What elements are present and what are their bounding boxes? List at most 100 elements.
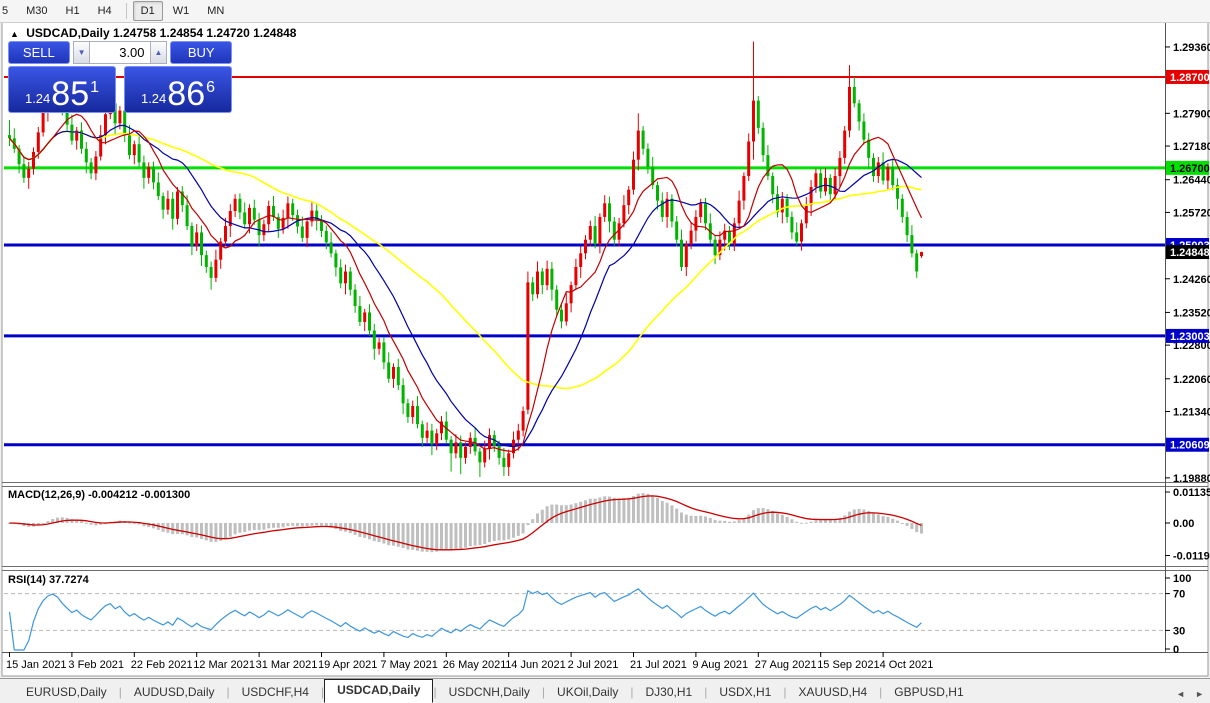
candle-body xyxy=(488,435,491,449)
timeframe-button-mn[interactable]: MN xyxy=(199,1,232,21)
price-tick-label: 1.29360 xyxy=(1173,42,1210,54)
tab-usdcnh-daily[interactable]: USDCNH,Daily xyxy=(437,682,542,703)
macd-histogram-bar xyxy=(252,523,256,530)
price-tick-label: 1.19880 xyxy=(1173,473,1210,485)
candle-body xyxy=(22,164,26,178)
candle-body xyxy=(579,253,583,267)
candle-body xyxy=(886,166,890,181)
collapse-triangle-icon[interactable]: ▲ xyxy=(10,29,19,39)
price-tick-label: 1.27900 xyxy=(1173,108,1210,120)
candle-body xyxy=(363,312,367,322)
tab-usdcad-daily[interactable]: USDCAD,Daily xyxy=(324,679,434,703)
price-tick-label: 1.25720 xyxy=(1173,207,1210,219)
macd-histogram-bar xyxy=(641,493,645,523)
buy-price-panel[interactable]: 1.24 86 6 xyxy=(124,66,232,113)
candle-body xyxy=(252,207,256,220)
buy-button[interactable]: BUY xyxy=(170,41,233,64)
macd-histogram-bar xyxy=(540,509,544,523)
spin-down-icon: ▼ xyxy=(77,48,86,57)
tab-ukoil-daily[interactable]: UKOil,Daily xyxy=(545,682,630,703)
price-tick-label: 1.22060 xyxy=(1173,374,1210,386)
macd-histogram-bar xyxy=(579,501,583,523)
chart-window-background[interactable] xyxy=(1,21,1209,677)
macd-histogram-bar xyxy=(632,496,635,523)
one-click-trading-widget: SELL ▼ 3.00 ▲ BUY 1.24 85 1 1.24 86 6 xyxy=(8,41,233,113)
macd-histogram-bar xyxy=(761,508,765,523)
candle-body xyxy=(128,135,131,156)
tab-dj30-h1[interactable]: DJ30,H1 xyxy=(634,682,705,703)
candle-body xyxy=(200,232,203,256)
sell-price-big: 85 xyxy=(51,75,90,113)
candle-body xyxy=(564,303,568,322)
macd-histogram-bar xyxy=(440,523,443,551)
timeframe-button-5[interactable]: 5 xyxy=(0,1,16,21)
candle-body xyxy=(156,182,160,197)
candle-body xyxy=(848,86,851,131)
candle-body xyxy=(502,457,506,467)
date-tick-label: 7 May 2021 xyxy=(380,659,437,671)
candle-body xyxy=(209,266,213,278)
candle-body xyxy=(622,205,626,224)
candle-body xyxy=(838,157,842,177)
sell-button[interactable]: SELL xyxy=(8,41,70,64)
candle-body xyxy=(387,362,391,379)
candle-body xyxy=(396,366,400,386)
timeframe-button-m30[interactable]: M30 xyxy=(18,1,55,21)
timeframe-button-d1[interactable]: D1 xyxy=(132,1,163,21)
price-tag-label: 1.26700 xyxy=(1170,163,1210,175)
candle-body xyxy=(694,216,698,231)
macd-histogram-bar xyxy=(291,523,295,526)
macd-histogram-bar xyxy=(233,523,237,535)
rsi-tick-label: 70 xyxy=(1173,589,1185,601)
candle-body xyxy=(584,239,587,254)
sell-price-panel[interactable]: 1.24 85 1 xyxy=(8,66,116,113)
macd-histogram-bar xyxy=(555,504,559,523)
tab-gbpusd-h1[interactable]: GBPUSD,H1 xyxy=(882,682,975,703)
tab-usdx-h1[interactable]: USDX,H1 xyxy=(707,682,783,703)
volume-input[interactable]: 3.00 xyxy=(90,41,150,64)
chart-tab-bar: EURUSD,Daily | AUDUSD,Daily | USDCHF,H4 | USDC… xyxy=(0,678,1210,703)
macd-histogram-bar xyxy=(396,523,400,547)
timeframe-button-h4[interactable]: H4 xyxy=(90,1,120,21)
macd-histogram-bar xyxy=(344,523,347,532)
macd-histogram-bar xyxy=(862,509,866,523)
macd-histogram-bar xyxy=(651,495,655,523)
tab-scroll-left-icon[interactable]: ◄ xyxy=(1176,689,1185,699)
macd-histogram-bar xyxy=(718,520,722,523)
macd-histogram-bar xyxy=(483,523,487,544)
candle-body xyxy=(704,203,707,224)
macd-histogram-bar xyxy=(492,523,496,542)
macd-histogram-bar xyxy=(526,523,530,526)
macd-histogram-bar xyxy=(737,520,741,523)
candle-body xyxy=(238,198,242,213)
macd-histogram-bar xyxy=(627,497,631,523)
macd-tick-label: -0.011904 xyxy=(1173,550,1210,562)
timeframe-button-h1[interactable]: H1 xyxy=(58,1,88,21)
candle-body xyxy=(104,114,107,136)
macd-histogram-bar xyxy=(272,523,275,528)
tab-usdchf-h4[interactable]: USDCHF,H4 xyxy=(230,682,321,703)
tab-eurusd-daily[interactable]: EURUSD,Daily xyxy=(14,682,119,703)
volume-increase-button[interactable]: ▲ xyxy=(149,41,168,64)
candle-body xyxy=(603,203,607,217)
macd-histogram-bar xyxy=(766,509,770,523)
macd-label: MACD(12,26,9) -0.004212 -0.001300 xyxy=(8,489,191,501)
tab-scroll-right-icon[interactable]: ► xyxy=(1195,689,1204,699)
candle-body xyxy=(809,186,813,206)
candle-body xyxy=(790,216,794,233)
candle-body xyxy=(814,173,818,187)
candle-body xyxy=(521,411,525,431)
macd-histogram-bar xyxy=(507,523,511,540)
tab-audusd-daily[interactable]: AUDUSD,Daily xyxy=(122,682,227,703)
tab-xauusd-h4[interactable]: XAUUSD,H4 xyxy=(786,682,879,703)
macd-histogram-bar xyxy=(94,523,98,526)
macd-histogram-bar xyxy=(185,523,189,536)
timeframe-button-w1[interactable]: W1 xyxy=(165,1,198,21)
volume-decrease-button[interactable]: ▼ xyxy=(72,41,91,64)
spin-up-icon: ▲ xyxy=(154,48,163,57)
candle-body xyxy=(598,216,602,245)
candle-body xyxy=(713,239,717,256)
candle-body xyxy=(867,139,871,158)
chart-ohlc-values: 1.24758 1.24854 1.24720 1.24848 xyxy=(112,26,297,40)
macd-histogram-bar xyxy=(286,523,290,527)
